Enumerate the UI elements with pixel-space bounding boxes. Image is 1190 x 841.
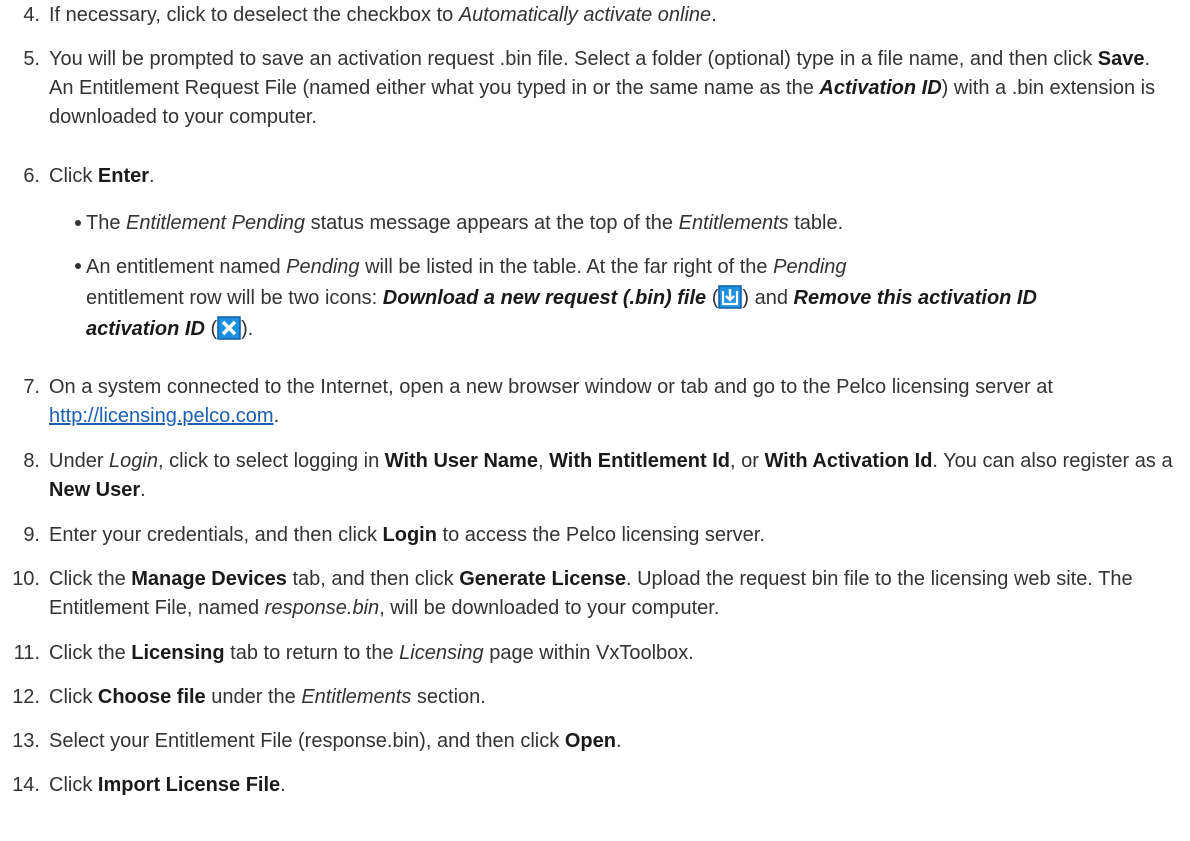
step-number: 5. bbox=[23, 48, 40, 70]
step-text: You will be prompted to save an activati… bbox=[49, 48, 1156, 128]
bullet-dot bbox=[75, 263, 81, 269]
step-text: Enter your credentials, and then click L… bbox=[49, 524, 765, 546]
step-number: 12. bbox=[12, 686, 40, 708]
step-number: 11. bbox=[13, 642, 40, 664]
step-text: Select your Entitlement File (response.b… bbox=[49, 730, 622, 752]
step-text: Click Choose file under the Entitlements… bbox=[49, 686, 486, 708]
bullet-text: The Entitlement Pending status message a… bbox=[86, 212, 844, 234]
step-text: On a system connected to the Internet, o… bbox=[49, 376, 1053, 427]
step-number: 14. bbox=[12, 774, 40, 796]
step-text: Click the Manage Devices tab, and then c… bbox=[49, 568, 1133, 619]
remove-x-icon bbox=[217, 316, 241, 340]
bullet-text: An entitlement named Pending will be lis… bbox=[86, 256, 1037, 340]
step-text: Click Enter. bbox=[49, 165, 155, 187]
step-number: 4. bbox=[23, 4, 40, 26]
document-page: 4. If necessary, click to deselect the c… bbox=[0, 0, 1190, 841]
step-number: 10. bbox=[12, 568, 40, 590]
step-number: 9. bbox=[23, 524, 40, 546]
step-text: Click Import License File. bbox=[49, 774, 286, 796]
step-number: 6. bbox=[23, 165, 40, 187]
step-number: 7. bbox=[23, 376, 40, 398]
step-text: If necessary, click to deselect the chec… bbox=[49, 4, 717, 26]
licensing-server-link[interactable]: http://licensing.pelco.com bbox=[49, 405, 274, 427]
bullet-dot bbox=[75, 220, 81, 226]
step-number: 8. bbox=[23, 450, 40, 472]
download-arrow-icon bbox=[718, 285, 743, 309]
step-text: Under Login, click to select logging in … bbox=[49, 450, 1173, 501]
step-number: 13. bbox=[12, 730, 40, 752]
step-text: Click the Licensing tab to return to the… bbox=[49, 642, 694, 664]
